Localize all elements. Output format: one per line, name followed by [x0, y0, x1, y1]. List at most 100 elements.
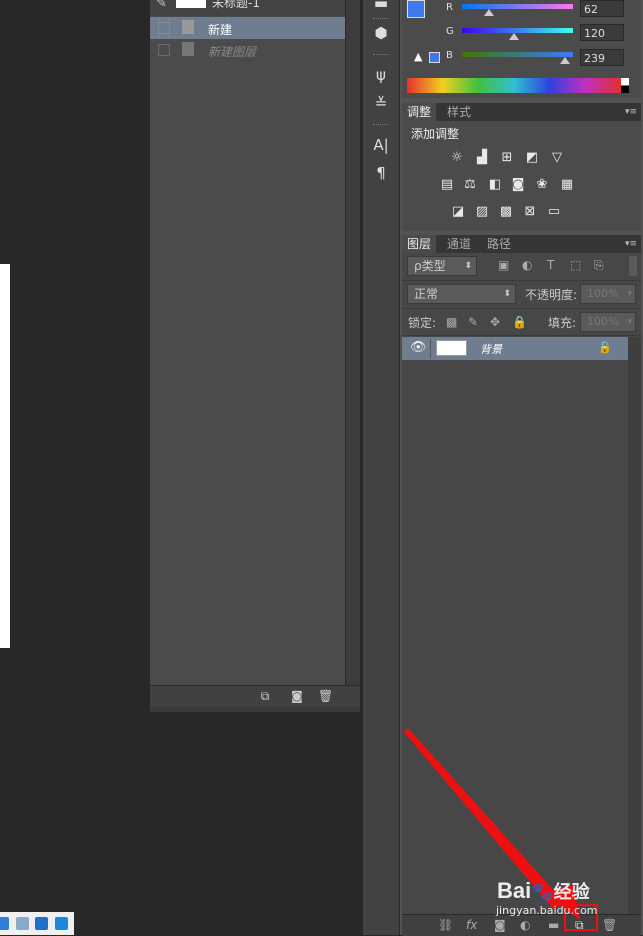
collapse-icon[interactable]: ▬	[372, 0, 390, 12]
brightness-contrast-icon[interactable]: ☼	[449, 151, 465, 165]
opacity-label: 不透明度:	[525, 288, 578, 302]
color-balance-icon[interactable]: ⚖	[462, 178, 478, 192]
gradient-map-icon[interactable]: ⊠	[522, 205, 538, 219]
layer-name[interactable]: 背景	[480, 341, 502, 357]
layers-scrollbar[interactable]	[628, 337, 641, 917]
threshold-icon[interactable]: ▩	[498, 205, 514, 219]
document-icon	[182, 42, 194, 56]
web-safe-swatch[interactable]	[429, 52, 440, 63]
foreground-color-swatch[interactable]	[407, 0, 425, 18]
history-snapshot-row[interactable]: ✎ 未标题-1	[150, 0, 345, 16]
lock-transparent-icon[interactable]: ▩	[446, 315, 457, 329]
clone-source-icon[interactable]: ≚	[372, 94, 390, 112]
layer-thumbnail	[436, 340, 467, 356]
red-value-field[interactable]: 62	[580, 0, 624, 17]
pixel-filter-icon[interactable]: ▣	[498, 258, 509, 272]
document-canvas[interactable]	[0, 264, 10, 648]
curves-icon[interactable]: ⊞	[499, 151, 515, 165]
snapshot-thumbnail	[176, 0, 206, 8]
history-item-label: 新建	[208, 23, 233, 37]
watermark-brand-suffix: 经验	[553, 882, 590, 902]
history-item-new[interactable]: 新建	[150, 17, 345, 39]
resize-grip[interactable]	[150, 707, 360, 712]
black-white-ramp[interactable]	[621, 78, 629, 93]
channel-label-b: B	[446, 50, 453, 61]
posterize-icon[interactable]: ▨	[474, 205, 490, 219]
shape-filter-icon[interactable]: ⬚	[570, 258, 581, 272]
filter-toggle[interactable]	[629, 256, 637, 276]
paragraph-icon[interactable]: ¶	[372, 164, 390, 182]
trash-icon[interactable]: 🗑	[318, 690, 333, 703]
watermark-logo: Bai🐾经验	[497, 878, 590, 904]
history-checkbox[interactable]	[158, 44, 170, 56]
fill-label: 填充:	[548, 316, 577, 330]
hue-saturation-icon[interactable]: ▤	[439, 178, 455, 192]
windows-icon[interactable]	[55, 917, 68, 930]
photo-filter-icon[interactable]: ◙	[510, 178, 526, 192]
blue-value-field[interactable]: 239	[580, 49, 624, 66]
history-item-new-layer[interactable]: 新建图层	[150, 39, 345, 61]
smart-object-filter-icon[interactable]: ⎘	[594, 258, 604, 273]
fill-field[interactable]: 100% ▾	[580, 312, 636, 332]
levels-icon[interactable]: ▟	[474, 151, 490, 165]
filter-kind-select[interactable]: ρ类型 ⬍	[407, 256, 477, 276]
invert-icon[interactable]: ◪	[450, 205, 466, 219]
color-lookup-icon[interactable]: ▦	[559, 178, 575, 192]
lock-image-icon[interactable]: ✎	[468, 315, 478, 329]
lock-all-icon[interactable]: 🔒	[512, 315, 527, 329]
channel-label-r: R	[446, 2, 453, 13]
panel-menu-icon[interactable]: ▾≡	[625, 107, 637, 117]
green-slider-thumb[interactable]	[509, 33, 519, 40]
adjustment-filter-icon[interactable]: ◐	[522, 258, 532, 272]
panel-heading: 添加调整	[411, 127, 460, 141]
tab-layers[interactable]: 图层	[402, 235, 437, 253]
shirt-icon[interactable]	[35, 917, 48, 930]
divider	[402, 335, 641, 336]
adjustments-panel: 调整 样式 ▾≡ 添加调整 ☼ ▟ ⊞ ◩ ▽ ▤ ⚖ ◧ ◙ ❀ ▦ ◪ ▨ …	[402, 103, 641, 231]
gamut-warning-icon[interactable]: ▲	[414, 50, 422, 63]
panel-menu-icon[interactable]: ▾≡	[625, 239, 637, 249]
3d-icon[interactable]: ⬢	[372, 24, 390, 42]
adjustments-tabbar: 调整 样式 ▾≡	[402, 103, 641, 121]
chevron-down-icon: ▾	[627, 317, 632, 327]
channel-mixer-icon[interactable]: ❀	[534, 178, 550, 192]
users-icon[interactable]	[16, 917, 29, 930]
app-icon[interactable]	[0, 917, 9, 930]
layer-row-background[interactable]: 👁 背景 🔓	[402, 337, 628, 360]
new-document-from-state-icon[interactable]: ⧉	[258, 690, 272, 703]
camera-icon[interactable]: ◙	[290, 690, 304, 703]
tab-paths[interactable]: 路径	[482, 235, 516, 253]
brush-preset-icon[interactable]: ψ	[372, 66, 390, 84]
selective-color-icon[interactable]: ▭	[546, 205, 562, 219]
paw-icon: 🐾	[531, 882, 554, 902]
vibrance-icon[interactable]: ▽	[549, 151, 565, 165]
red-slider-thumb[interactable]	[484, 9, 494, 16]
exposure-icon[interactable]: ◩	[524, 151, 540, 165]
history-panel: ✎ 未标题-1 新建 新建图层	[150, 0, 345, 712]
tab-styles[interactable]: 样式	[442, 103, 476, 121]
history-scrollbar[interactable]	[345, 0, 360, 712]
blue-slider[interactable]	[462, 52, 573, 57]
eye-icon[interactable]: 👁	[410, 340, 427, 355]
layers-tabbar: 图层 通道 路径 ▾≡	[402, 235, 641, 253]
tab-channels[interactable]: 通道	[442, 235, 476, 253]
black-white-icon[interactable]: ◧	[487, 178, 503, 192]
red-slider[interactable]	[462, 4, 573, 9]
chevron-icon: ⬍	[464, 261, 472, 271]
character-icon[interactable]: A|	[372, 136, 390, 154]
green-value-field[interactable]: 120	[580, 24, 624, 41]
history-item-label: 新建图层	[208, 45, 257, 59]
opacity-field[interactable]: 100% ▾	[580, 284, 636, 304]
lock-position-icon[interactable]: ✥	[490, 315, 500, 329]
color-spectrum-bar[interactable]	[407, 78, 621, 93]
opacity-value: 100%	[587, 287, 619, 300]
divider	[373, 54, 389, 58]
history-checkbox[interactable]	[158, 22, 170, 34]
blue-slider-thumb[interactable]	[560, 57, 570, 64]
type-filter-icon[interactable]: T	[547, 258, 554, 272]
lock-icon: 🔓	[598, 341, 612, 354]
tab-adjustments[interactable]: 调整	[402, 103, 437, 121]
blend-mode-select[interactable]: 正常 ⬍	[407, 284, 516, 304]
fill-value: 100%	[587, 315, 619, 328]
canvas-area[interactable]	[0, 0, 150, 935]
